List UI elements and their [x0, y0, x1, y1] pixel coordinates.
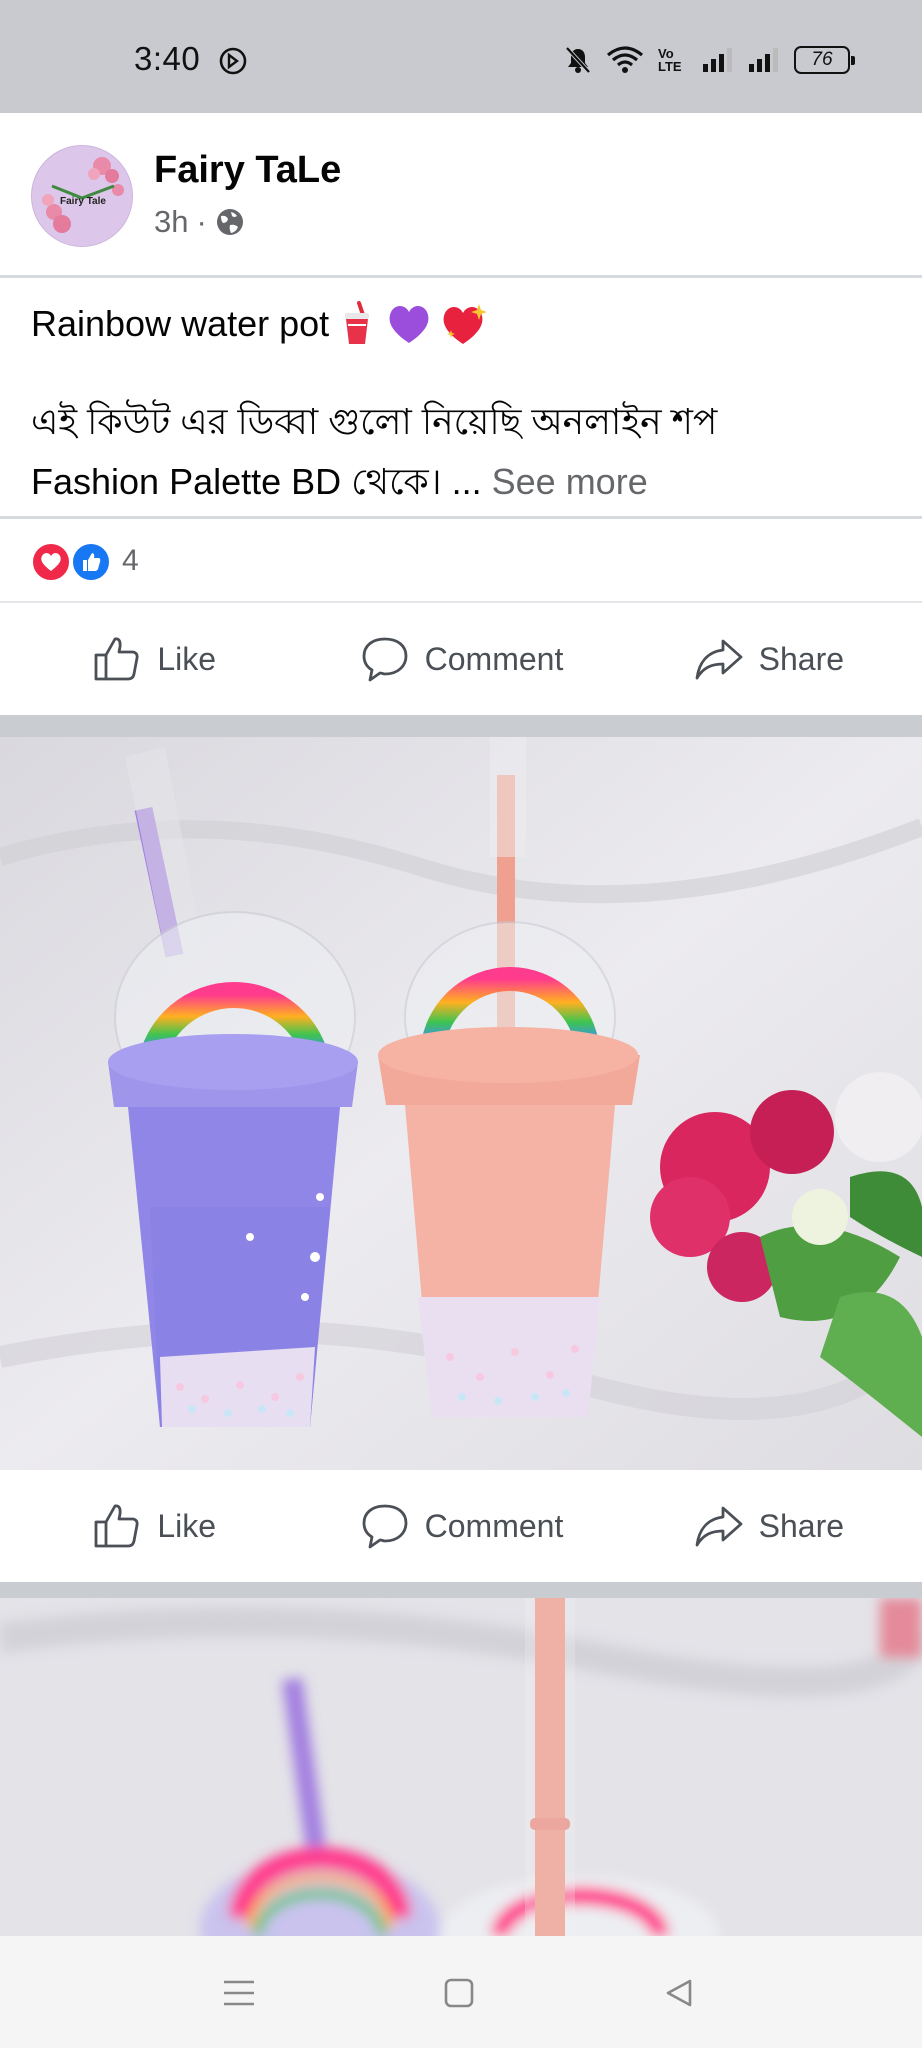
post-meta: 3h · — [154, 204, 245, 240]
menu-icon — [224, 1980, 254, 2006]
do-not-disturb-icon — [219, 47, 247, 75]
reaction-count: 4 — [122, 544, 139, 577]
like-button[interactable]: Like — [0, 633, 307, 685]
avatar-text: Fairy Tale — [60, 196, 106, 207]
share-icon — [695, 639, 743, 680]
share-button[interactable]: Share — [615, 633, 922, 685]
like-icon — [94, 1504, 139, 1548]
status-bar: 3:40 Vo LTE 76 — [0, 0, 922, 113]
share-label: Share — [758, 640, 845, 677]
android-nav-bar — [0, 1936, 922, 2048]
purple-heart-icon — [389, 306, 429, 343]
wifi-icon — [606, 46, 644, 73]
reactions-bar[interactable]: 4 — [0, 519, 922, 603]
feed-separator — [0, 1582, 922, 1598]
photo-like-button[interactable]: Like — [0, 1500, 307, 1552]
back-triangle-icon — [666, 1979, 692, 2007]
comment-icon — [362, 1504, 408, 1549]
avatar-flowers-icon: Fairy Tale — [32, 146, 132, 246]
post-photo-2[interactable] — [0, 1598, 922, 1936]
comment-label: Comment — [424, 640, 564, 677]
post-photo-1[interactable] — [0, 737, 922, 1470]
signal-icon — [703, 48, 732, 72]
post-time[interactable]: 3h — [154, 204, 188, 240]
like-icon — [94, 637, 139, 681]
status-time: 3:40 — [134, 40, 201, 77]
globe-icon — [216, 209, 243, 235]
post-title-text: Rainbow water pot — [31, 303, 330, 344]
post-text-line3-body: Fashion Palette BD থেকে। ... — [31, 461, 482, 502]
feed-separator — [0, 721, 922, 737]
photo-share-label: Share — [758, 1507, 845, 1544]
battery-icon: 76 — [794, 46, 855, 74]
tumblers-photo — [0, 737, 922, 1470]
like-label: Like — [157, 640, 217, 677]
volte-label: Vo LTE — [658, 46, 682, 74]
share-icon — [695, 1506, 743, 1547]
comment-button[interactable]: Comment — [307, 633, 614, 685]
post-card: Fairy Tale Fairy TaLe 3h · Rainbow water… — [0, 113, 922, 715]
home-button[interactable] — [434, 1968, 484, 2018]
photo-comment-label: Comment — [424, 1507, 564, 1544]
photo-action-row: Like Comment Share — [0, 1470, 922, 1582]
post-action-row: Like Comment Share — [0, 603, 922, 715]
menu-button[interactable] — [214, 1968, 264, 2018]
page-name[interactable]: Fairy TaLe — [154, 149, 341, 192]
signal-icon — [749, 48, 778, 72]
photo-comment-button[interactable]: Comment — [307, 1500, 614, 1552]
post-header: Fairy Tale Fairy TaLe 3h · — [0, 113, 922, 278]
photo-share-button[interactable]: Share — [615, 1500, 922, 1552]
love-reaction-icon — [30, 541, 72, 583]
tumblers-photo-closeup — [0, 1598, 922, 1936]
battery-level: 76 — [811, 49, 833, 70]
status-icons: Vo LTE 76 — [564, 42, 855, 78]
comment-icon — [362, 637, 408, 682]
post-text-line1: Rainbow water pot — [31, 294, 891, 354]
like-reaction-icon — [70, 541, 112, 583]
mute-icon — [565, 46, 591, 74]
meta-separator: · — [196, 204, 207, 239]
see-more-link[interactable]: See more — [492, 461, 648, 502]
photo-like-label: Like — [157, 1507, 217, 1544]
post-text-line2: এই কিউট এর ডিব্বা গুলো নিয়েছি অনলাইন শপ — [31, 401, 718, 442]
home-square-icon — [444, 1978, 474, 2008]
avatar[interactable]: Fairy Tale — [31, 145, 133, 247]
post-text: Rainbow water pot এই কিউট এর ডিব্বা গুলো… — [0, 278, 922, 519]
sparkling-heart-icon — [443, 304, 488, 344]
back-button[interactable] — [654, 1968, 704, 2018]
post-text-line3: Fashion Palette BD থেকে। ... See more — [31, 452, 891, 512]
cup-with-straw-icon — [345, 301, 370, 344]
